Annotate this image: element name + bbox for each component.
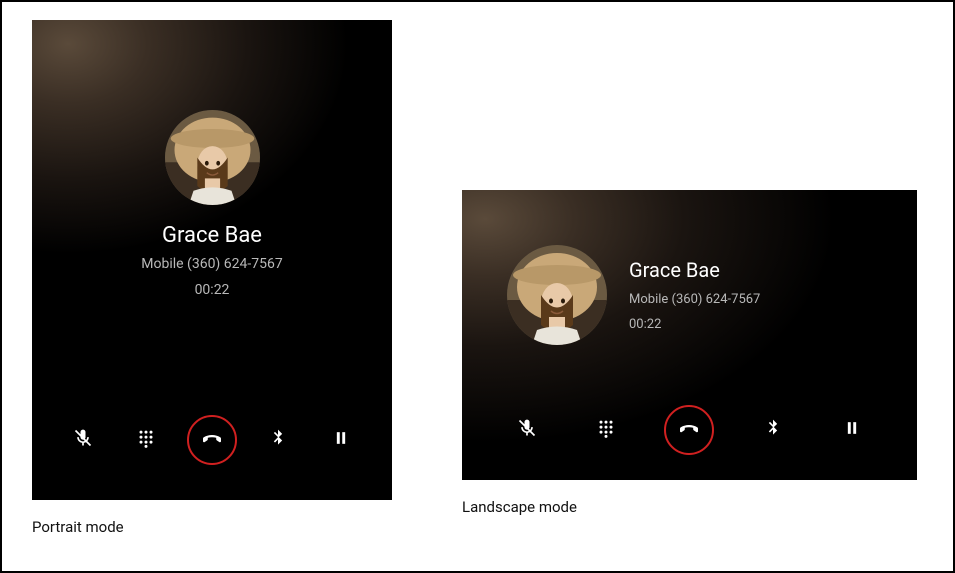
bluetooth-icon (268, 428, 288, 452)
dialpad-icon (136, 428, 156, 452)
phone-hangup-icon (677, 416, 701, 444)
portrait-caller-info: Grace Bae Mobile (360) 624-7567 00:22 (32, 20, 392, 298)
call-timer: 00:22 (195, 282, 230, 298)
hold-button[interactable] (320, 419, 362, 461)
bluetooth-button[interactable] (257, 419, 299, 461)
dialpad-button[interactable] (585, 409, 627, 451)
bluetooth-button[interactable] (752, 409, 794, 451)
modes-container: Grace Bae Mobile (360) 624-7567 00:22 (2, 2, 953, 566)
hold-button[interactable] (831, 409, 873, 451)
portrait-screen: Grace Bae Mobile (360) 624-7567 00:22 (32, 20, 392, 500)
dialpad-button[interactable] (125, 419, 167, 461)
call-button-bar (462, 405, 917, 455)
portrait-block: Grace Bae Mobile (360) 624-7567 00:22 (32, 20, 392, 536)
mic-off-icon (517, 418, 537, 442)
pause-icon (331, 428, 351, 452)
landscape-text-block: Grace Bae Mobile (360) 624-7567 00:22 (629, 258, 760, 332)
end-call-button[interactable] (187, 415, 237, 465)
landscape-block: Grace Bae Mobile (360) 624-7567 00:22 (462, 20, 917, 516)
caller-avatar (165, 110, 260, 205)
bluetooth-icon (763, 418, 783, 442)
mute-button[interactable] (506, 409, 548, 451)
phone-hangup-icon (200, 426, 224, 454)
landscape-caption: Landscape mode (462, 498, 917, 516)
call-button-bar (32, 415, 392, 465)
mic-off-icon (73, 428, 93, 452)
landscape-screen: Grace Bae Mobile (360) 624-7567 00:22 (462, 190, 917, 480)
caller-phone-line: Mobile (360) 624-7567 (629, 292, 760, 307)
caller-avatar (507, 245, 607, 345)
figure-frame: Grace Bae Mobile (360) 624-7567 00:22 (0, 0, 955, 573)
end-call-button[interactable] (664, 405, 714, 455)
dialpad-icon (596, 418, 616, 442)
call-timer: 00:22 (629, 317, 760, 332)
caller-phone-line: Mobile (360) 624-7567 (141, 256, 282, 272)
mute-button[interactable] (62, 419, 104, 461)
landscape-caller-info: Grace Bae Mobile (360) 624-7567 00:22 (462, 190, 917, 345)
portrait-caption: Portrait mode (32, 518, 392, 536)
caller-name: Grace Bae (162, 223, 262, 248)
caller-name: Grace Bae (629, 258, 760, 282)
pause-icon (842, 418, 862, 442)
